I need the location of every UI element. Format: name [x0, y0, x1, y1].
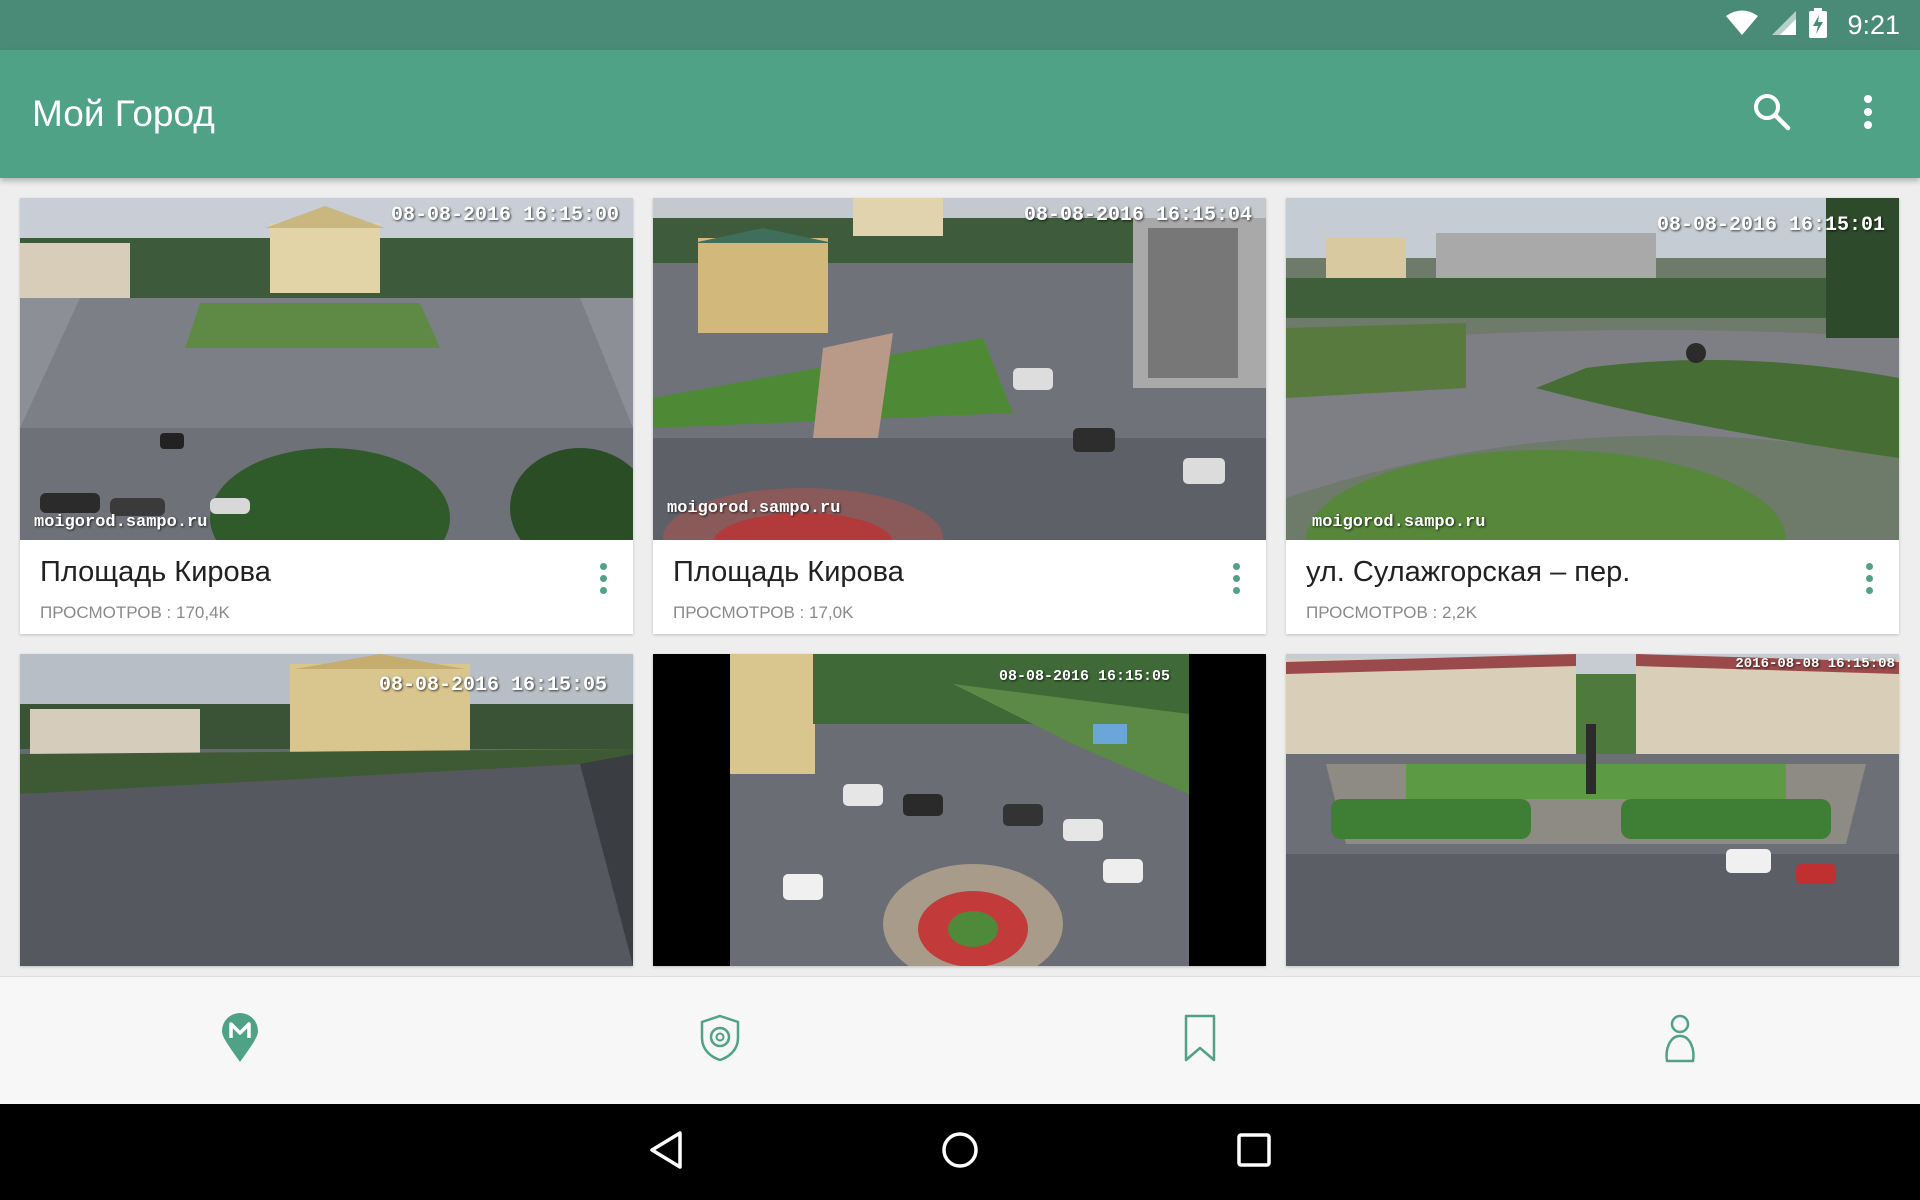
camera-watermark: moigorod.sampo.ru	[667, 499, 841, 518]
menu-dot	[1865, 586, 1873, 594]
nav-cameras[interactable]	[660, 991, 780, 1091]
recents-icon	[1236, 1132, 1272, 1173]
camera-card[interactable]: 08-08-2016 16:15:05	[653, 654, 1266, 966]
wifi-icon	[1725, 10, 1759, 41]
camera-card[interactable]: 08-08-2016 16:15:01 moigorod.sampo.ru ул…	[1286, 198, 1899, 634]
camera-card[interactable]: 2016-08-08 16:15:08	[1286, 654, 1899, 966]
camera-thumbnail[interactable]: 08-08-2016 16:15:01 moigorod.sampo.ru	[1286, 198, 1899, 540]
battery-charging-icon	[1809, 7, 1828, 43]
app-bar: Мой Город	[0, 50, 1920, 178]
app-actions	[1744, 86, 1896, 142]
camera-watermark: moigorod.sampo.ru	[34, 513, 208, 532]
menu-dot	[599, 574, 607, 582]
status-bar: 9:21	[0, 0, 1920, 50]
camera-timestamp: 08-08-2016 16:15:01	[1656, 214, 1885, 237]
more-vert-icon	[599, 562, 607, 570]
camera-card[interactable]: 08-08-2016 16:15:00 moigorod.sampo.ru Пл…	[20, 198, 633, 634]
camera-views: ПРОСМОТРОВ : 170,4K	[40, 603, 613, 623]
camera-watermark: moigorod.sampo.ru	[1312, 513, 1486, 532]
bottom-navigation	[0, 976, 1920, 1104]
more-vert-icon	[1865, 562, 1873, 570]
camera-views: ПРОСМОТРОВ : 2,2K	[1306, 603, 1879, 623]
card-menu-button[interactable]	[1220, 558, 1252, 598]
camera-grid: 08-08-2016 16:15:00 moigorod.sampo.ru Пл…	[20, 198, 1900, 966]
camera-thumbnail[interactable]: 08-08-2016 16:15:05	[20, 654, 633, 966]
views-count: 170,4K	[175, 603, 230, 622]
back-icon	[648, 1130, 684, 1175]
overflow-menu-button[interactable]	[1840, 86, 1896, 142]
camera-thumbnail[interactable]: 08-08-2016 16:15:00 moigorod.sampo.ru	[20, 198, 633, 540]
camera-info: Площадь Кирова ПРОСМОТРОВ : 170,4K	[20, 540, 633, 634]
camera-card[interactable]: 08-08-2016 16:15:04 moigorod.sampo.ru Пл…	[653, 198, 1266, 634]
home-button[interactable]	[928, 1120, 992, 1184]
camera-thumbnail[interactable]: 08-08-2016 16:15:04 moigorod.sampo.ru	[653, 198, 1266, 540]
search-button[interactable]	[1744, 86, 1800, 142]
camera-title: Площадь Кирова	[673, 556, 904, 588]
home-icon	[940, 1130, 980, 1175]
status-icons: 9:21	[1725, 7, 1900, 43]
more-vert-icon	[1232, 562, 1240, 570]
nav-bookmarks[interactable]	[1140, 991, 1260, 1091]
camera-timestamp: 08-08-2016 16:15:05	[378, 674, 607, 697]
camera-shield-icon	[699, 1014, 741, 1067]
more-vert-icon	[1862, 94, 1874, 135]
card-menu-button[interactable]	[1853, 558, 1885, 598]
menu-dot	[599, 586, 607, 594]
camera-timestamp: 2016-08-08 16:15:08	[1735, 656, 1895, 672]
profile-icon	[1663, 1013, 1697, 1068]
nav-profile[interactable]	[1620, 991, 1740, 1091]
camera-timestamp: 08-08-2016 16:15:00	[390, 204, 619, 227]
menu-dot	[1865, 574, 1873, 582]
camera-info: Площадь Кирова ПРОСМОТРОВ : 17,0K	[653, 540, 1266, 634]
camera-info: ул. Сулажгорская – пер. ПРОСМОТРОВ : 2,2…	[1286, 540, 1899, 634]
recents-button[interactable]	[1222, 1120, 1286, 1184]
camera-timestamp: 08-08-2016 16:15:04	[1023, 204, 1252, 227]
app-title: Мой Город	[32, 93, 215, 134]
camera-timestamp: 08-08-2016 16:15:05	[998, 668, 1170, 685]
views-label: ПРОСМОТРОВ :	[1306, 603, 1438, 622]
menu-dot	[1232, 586, 1240, 594]
camera-title: Площадь Кирова	[40, 556, 271, 588]
views-count: 2,2K	[1441, 603, 1477, 622]
views-label: ПРОСМОТРОВ :	[673, 603, 805, 622]
camera-title: ул. Сулажгорская – пер.	[1306, 556, 1631, 588]
camera-views: ПРОСМОТРОВ : 17,0K	[673, 603, 1246, 623]
camera-thumbnail[interactable]: 2016-08-08 16:15:08	[1286, 654, 1899, 966]
back-button[interactable]	[634, 1120, 698, 1184]
clock: 9:21	[1847, 9, 1900, 40]
camera-thumbnail[interactable]: 08-08-2016 16:15:05	[653, 654, 1266, 966]
nav-map[interactable]	[180, 991, 300, 1091]
views-count: 17,0K	[808, 603, 854, 622]
card-menu-button[interactable]	[587, 558, 619, 598]
search-icon	[1752, 92, 1792, 137]
signal-icon	[1771, 10, 1797, 41]
system-navigation-bar	[0, 1104, 1920, 1200]
menu-dot	[1232, 574, 1240, 582]
views-label: ПРОСМОТРОВ :	[40, 603, 172, 622]
map-pin-icon	[220, 1013, 260, 1068]
bookmark-icon	[1183, 1014, 1217, 1067]
camera-card[interactable]: 08-08-2016 16:15:05	[20, 654, 633, 966]
